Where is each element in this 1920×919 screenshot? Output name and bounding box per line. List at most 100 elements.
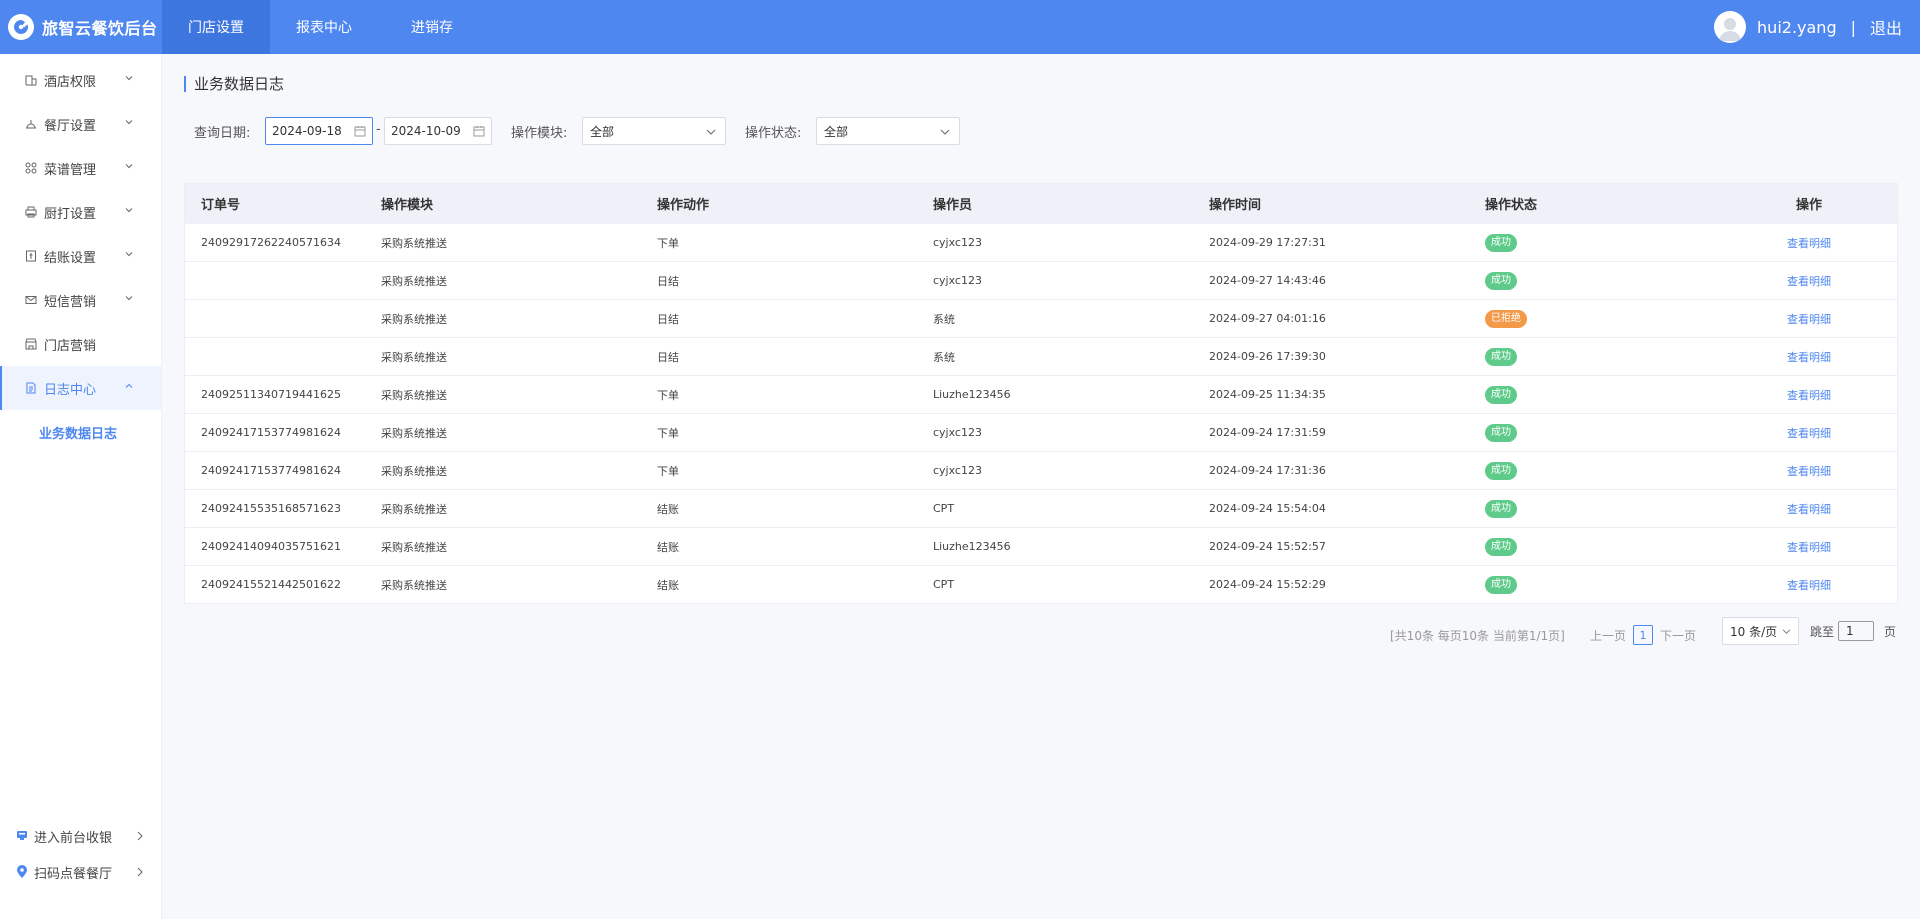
sidebar-bottom-scan-order[interactable]: 扫码点餐餐厅: [0, 854, 162, 890]
sidebar-item-hotel-permissions[interactable]: 酒店权限: [0, 58, 161, 102]
tab-report-center[interactable]: 报表中心: [270, 0, 378, 54]
user-separator: |: [1850, 17, 1856, 37]
pagination-summary: [共10条 每页10条 当前第1/1页]: [1390, 628, 1565, 643]
jump-page-input[interactable]: 1: [1838, 621, 1875, 641]
row-operation-cell: 查看明细: [1739, 235, 1879, 251]
table-row: 采购系统推送 日结 系统 2024-09-27 04:01:16 已拒绝 查看明细: [185, 299, 1897, 337]
header-status: 操作状态: [1485, 198, 1538, 213]
table-row: 采购系统推送 日结 cyjxc123 2024-09-27 14:43:46 成功 查看明…: [185, 261, 1897, 299]
view-details-link[interactable]: 查看明细: [1787, 389, 1831, 402]
status-select[interactable]: 全部: [816, 117, 960, 145]
checkout-icon: [24, 249, 38, 263]
sidebar: 酒店权限 餐厅设置 菜谱管理 厨打设置 结账设置 短信营销 门店营销 日志中心 …: [0, 54, 162, 919]
menu-grid-icon: [24, 161, 38, 175]
header-time: 操作时间: [1209, 198, 1262, 213]
date-start-value: 2024-09-18: [272, 124, 342, 138]
tab-inventory[interactable]: 进销存: [378, 0, 486, 54]
sidebar-item-store-marketing[interactable]: 门店营销: [0, 322, 161, 366]
row-time: 2024-09-24 17:31:59: [1209, 426, 1326, 439]
status-filter-label: 操作状态:: [745, 126, 802, 141]
date-start-input[interactable]: 2024-09-18: [265, 117, 373, 145]
sidebar-subitem-business-log[interactable]: 业务数据日志: [0, 410, 161, 454]
row-module: 采购系统推送: [381, 426, 447, 440]
row-action: 日结: [657, 274, 679, 288]
sidebar-item-restaurant-settings[interactable]: 餐厅设置: [0, 102, 161, 146]
pagination-controls: 上一页 1 下一页: [1590, 621, 1696, 649]
avatar[interactable]: [1714, 11, 1747, 43]
row-status-cell: 成功: [1469, 537, 1739, 556]
sidebar-item-sms-marketing[interactable]: 短信营销: [0, 278, 161, 322]
sidebar-bottom-front-cashier[interactable]: 进入前台收银: [0, 818, 162, 854]
table-row: 24092417153774981624 采购系统推送 下单 cyjxc123 2024…: [185, 451, 1897, 489]
prev-page-button[interactable]: 上一页: [1590, 627, 1626, 644]
row-operator: cyjxc123: [933, 426, 982, 439]
logo[interactable]: 旅智云餐饮后台: [0, 0, 162, 54]
chevron-down-icon: [706, 129, 716, 135]
module-select[interactable]: 全部: [582, 117, 726, 145]
sidebar-bottom-label: 扫码点餐餐厅: [34, 866, 113, 882]
sidebar-item-label: 厨打设置: [44, 206, 97, 222]
date-end-input[interactable]: 2024-10-09: [384, 117, 492, 145]
sidebar-item-menu-management[interactable]: 菜谱管理: [0, 146, 161, 190]
hotel-icon: [24, 73, 38, 87]
row-operation-cell: 查看明细: [1739, 463, 1879, 479]
sidebar-item-label: 短信营销: [44, 294, 97, 310]
mail-icon: [24, 293, 38, 307]
cashier-icon: [16, 829, 30, 843]
row-action: 结账: [657, 502, 679, 516]
row-order-no: 24092414094035751621: [201, 540, 341, 553]
logout-button[interactable]: 退出: [1870, 15, 1902, 39]
row-operator: CPT: [933, 502, 955, 515]
row-time: 2024-09-26 17:39:30: [1209, 350, 1326, 363]
view-details-link[interactable]: 查看明细: [1787, 465, 1831, 478]
sidebar-item-checkout-settings[interactable]: 结账设置: [0, 234, 161, 278]
page-number-current[interactable]: 1: [1633, 625, 1654, 645]
sidebar-item-label: 日志中心: [44, 382, 97, 398]
table-row: 24092511340719441625 采购系统推送 下单 Liuzhe123456…: [185, 375, 1897, 413]
view-details-link[interactable]: 查看明细: [1787, 351, 1831, 364]
row-module: 采购系统推送: [381, 502, 447, 516]
view-details-link[interactable]: 查看明细: [1787, 275, 1831, 288]
module-select-value: 全部: [590, 124, 615, 139]
table-row: 24092414094035751621 采购系统推送 结账 Liuzhe123456…: [185, 527, 1897, 565]
row-action: 日结: [657, 350, 679, 364]
row-status-cell: 成功: [1469, 575, 1739, 594]
view-details-link[interactable]: 查看明细: [1787, 579, 1831, 592]
row-status-cell: 已拒绝: [1469, 309, 1739, 328]
page-title: 业务数据日志: [184, 76, 284, 92]
jump-label: 跳至: [1810, 624, 1835, 639]
view-details-link[interactable]: 查看明细: [1787, 427, 1831, 440]
page-size-select[interactable]: 10 条/页: [1722, 617, 1799, 645]
status-badge: 成功: [1485, 575, 1517, 594]
sidebar-item-log-center[interactable]: 日志中心: [0, 366, 161, 410]
view-details-link[interactable]: 查看明细: [1787, 313, 1831, 326]
page-jump: 跳至 1 页: [1810, 621, 1896, 641]
chevron-down-icon: [125, 120, 133, 125]
row-action: 结账: [657, 578, 679, 592]
view-details-link[interactable]: 查看明细: [1787, 237, 1831, 250]
row-time: 2024-09-27 04:01:16: [1209, 312, 1326, 325]
status-badge: 已拒绝: [1485, 309, 1527, 328]
header-operator: 操作员: [933, 198, 973, 213]
row-operator: cyjxc123: [933, 274, 982, 287]
chevron-right-icon: [137, 831, 143, 841]
page-size-value: 10 条/页: [1730, 624, 1778, 639]
row-module: 采购系统推送: [381, 350, 447, 364]
row-operation-cell: 查看明细: [1739, 539, 1879, 555]
sidebar-item-label: 结账设置: [44, 250, 97, 266]
status-select-value: 全部: [824, 124, 849, 139]
row-module: 采购系统推送: [381, 274, 447, 288]
row-order-no: 24092415535168571623: [201, 502, 341, 515]
user-name[interactable]: hui2.yang: [1757, 18, 1837, 37]
sidebar-item-kitchen-print[interactable]: 厨打设置: [0, 190, 161, 234]
row-operation-cell: 查看明细: [1739, 425, 1879, 441]
table-row: 采购系统推送 日结 系统 2024-09-26 17:39:30 成功 查看明细: [185, 337, 1897, 375]
row-time: 2024-09-24 17:31:36: [1209, 464, 1326, 477]
row-operation-cell: 查看明细: [1739, 349, 1879, 365]
view-details-link[interactable]: 查看明细: [1787, 541, 1831, 554]
table-header: 订单号 操作模块 操作动作 操作员 操作时间 操作状态 操作: [185, 184, 1897, 223]
next-page-button[interactable]: 下一页: [1660, 627, 1696, 644]
sidebar-item-label: 餐厅设置: [44, 118, 97, 134]
view-details-link[interactable]: 查看明细: [1787, 503, 1831, 516]
tab-store-settings[interactable]: 门店设置: [162, 0, 270, 54]
